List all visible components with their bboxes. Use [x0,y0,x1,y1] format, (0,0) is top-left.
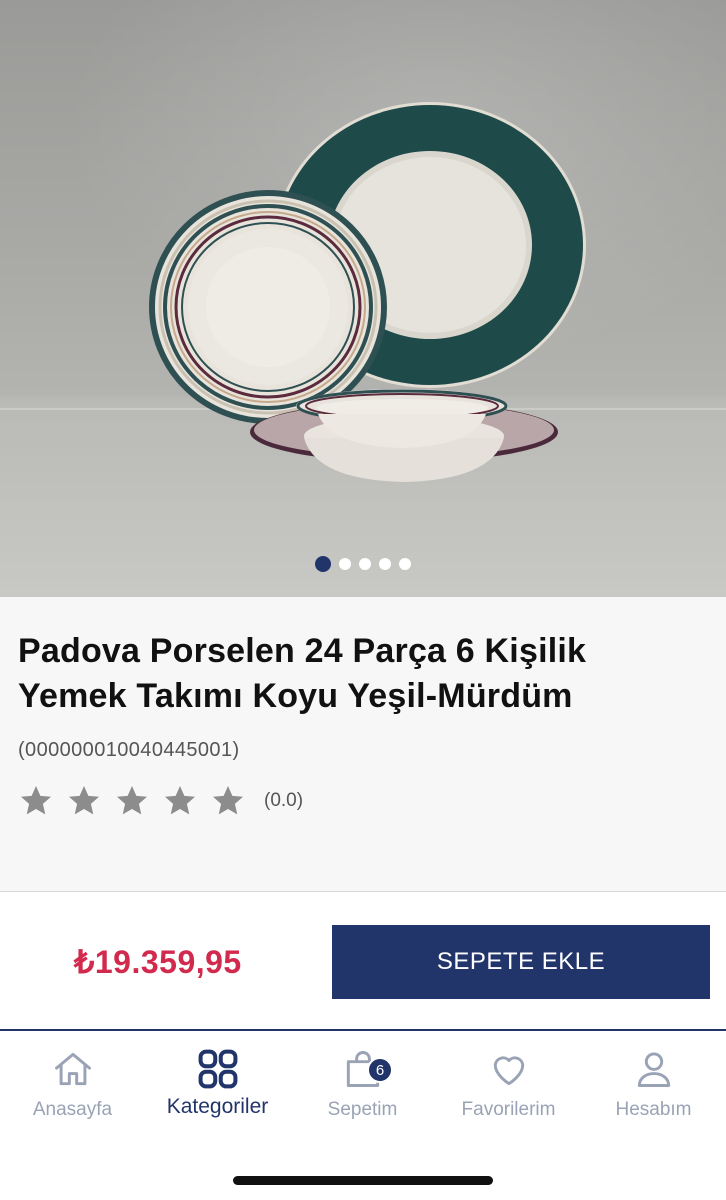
price: ₺19.359,95 [74,944,242,980]
star-icon [165,786,195,815]
gallery-dot[interactable] [359,558,371,570]
gallery-dot[interactable] [399,558,411,570]
tab-account-label: Hesabım [615,1099,692,1120]
tab-cart[interactable]: 6 Sepetim [290,1047,435,1121]
tab-categories[interactable]: Kategoriler [145,1047,290,1119]
rating-value: (0.0) [264,790,304,811]
gallery-dot[interactable] [315,556,331,572]
purchase-bar: ₺19.359,95 SEPETE EKLE [0,893,726,1031]
bottom-tab-bar: Anasayfa Kategoriler 6 Sepetim Favoriler… [0,1033,726,1200]
product-image-gallery[interactable] [0,0,726,597]
product-code: (000000010040445001) [18,739,240,761]
tab-cart-label: Sepetim [327,1099,398,1120]
user-icon [637,1052,670,1087]
rating[interactable]: (0.0) [18,783,303,819]
categories-icon [198,1049,237,1089]
product-info: Padova Porselen 24 Parça 6 Kişilik Yemek… [0,597,726,892]
tab-favorites-label: Favorilerim [461,1099,556,1120]
tab-favorites[interactable]: Favorilerim [436,1047,581,1121]
tab-categories-label: Kategoriler [166,1095,269,1118]
product-title-line-1: Padova Porselen 24 Parça 6 Kişilik [18,632,587,670]
gallery-dot[interactable] [339,558,351,570]
gallery-dot[interactable] [379,558,391,570]
add-to-cart-button[interactable]: SEPETE EKLE [332,925,710,999]
product-title-line-2: Yemek Takımı Koyu Yeşil-Mürdüm [18,677,573,715]
tab-home-label: Anasayfa [32,1099,113,1120]
star-icon [69,786,99,815]
product-photo [149,102,586,482]
star-icon [213,786,243,815]
star-icon [21,786,51,815]
star-icon [117,786,147,815]
home-icon [54,1052,91,1086]
home-indicator [233,1176,493,1185]
product-title: Padova Porselen 24 Parça 6 Kişilik Yemek… [18,629,708,719]
tab-account[interactable]: Hesabım [581,1047,726,1121]
cart-badge: 6 [367,1057,393,1083]
heart-icon [493,1056,524,1086]
gallery-pagination[interactable] [0,556,726,572]
tab-home[interactable]: Anasayfa [0,1047,145,1121]
